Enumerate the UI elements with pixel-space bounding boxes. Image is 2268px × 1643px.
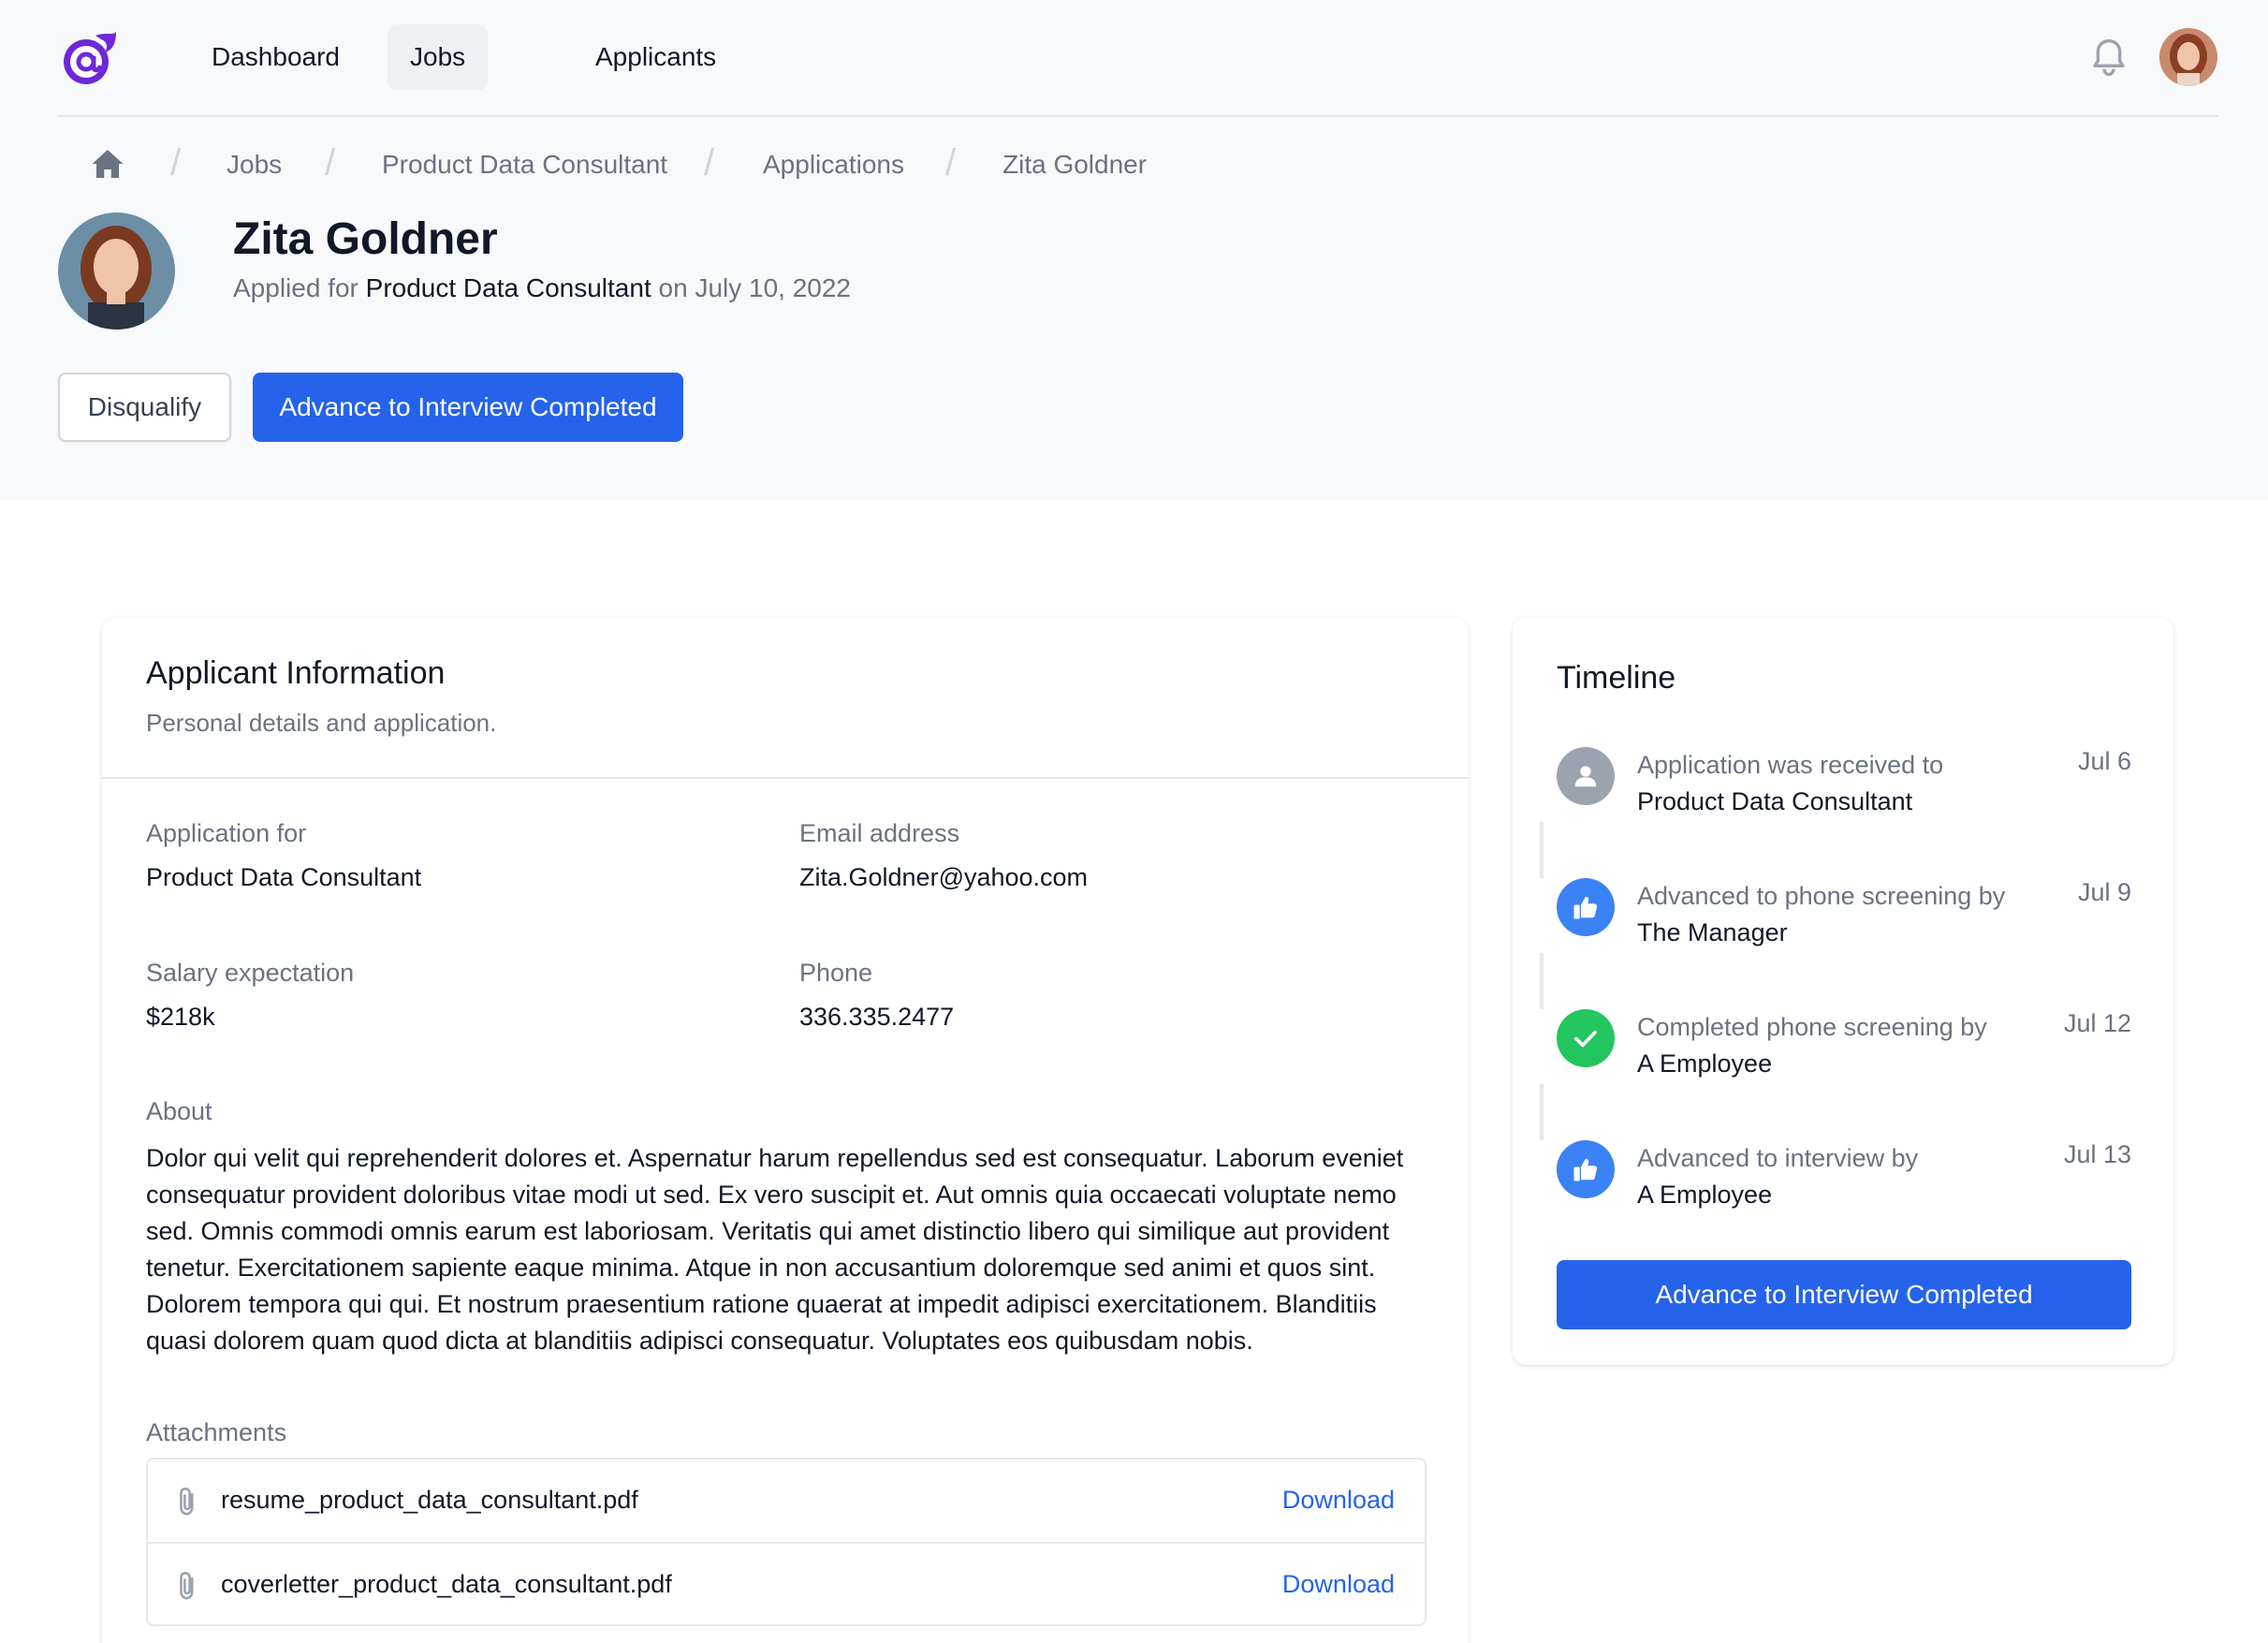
timeline-title: Timeline	[1557, 660, 1676, 696]
applied-on: on	[658, 273, 688, 302]
applied-date: July 10, 2022	[695, 273, 852, 302]
timeline-target: The Manager	[1637, 918, 1788, 946]
timeline-action: Advanced to interview by	[1637, 1144, 1919, 1172]
timeline-connector	[1540, 822, 1544, 878]
breadcrumb-applicant[interactable]: Zita Goldner	[1002, 150, 1147, 180]
check-icon	[1557, 1009, 1615, 1067]
timeline-item: Completed phone screening by A Employee …	[1557, 1009, 2131, 1093]
timeline-action: Advanced to phone screening by	[1637, 882, 2006, 910]
attachments-list: resume_product_data_consultant.pdf Downl…	[146, 1458, 1427, 1626]
timeline-date: Jul 9	[2077, 878, 2131, 906]
timeline-connector	[1540, 953, 1544, 1009]
breadcrumb-separator: /	[325, 142, 336, 183]
attachment-file-name: coverletter_product_data_consultant.pdf	[221, 1570, 672, 1598]
attachment-file-name: resume_product_data_consultant.pdf	[221, 1486, 638, 1514]
salary-value: $218k	[146, 1003, 215, 1031]
attachment-row: coverletter_product_data_consultant.pdf …	[148, 1542, 1425, 1624]
breadcrumb-job[interactable]: Product Data Consultant	[382, 150, 667, 180]
card-subtitle: Personal details and application.	[146, 709, 497, 737]
phone-value: 336.335.2477	[799, 1003, 955, 1031]
timeline-action: Completed phone screening by	[1637, 1013, 1987, 1041]
breadcrumb-applications[interactable]: Applications	[763, 150, 904, 180]
breadcrumb-separator: /	[170, 142, 182, 183]
timeline-date: Jul 6	[2077, 747, 2131, 775]
timeline-connector	[1540, 1084, 1544, 1140]
user-avatar[interactable]	[2159, 28, 2217, 86]
download-link[interactable]: Download	[1282, 1570, 1395, 1599]
timeline-item: Advanced to phone screening by The Manag…	[1557, 878, 2131, 962]
timeline-text: Advanced to phone screening by The Manag…	[1637, 878, 2005, 951]
applicant-information-card: Applicant Information Personal details a…	[102, 618, 1469, 1643]
card-header: Applicant Information Personal details a…	[102, 618, 1469, 779]
breadcrumb-separator: /	[704, 142, 715, 183]
nav-applicants[interactable]: Applicants	[573, 24, 739, 90]
application-for-label: Application for	[146, 819, 307, 847]
applied-for-line: Applied for Product Data Consultant on J…	[233, 273, 851, 303]
download-link[interactable]: Download	[1282, 1486, 1395, 1515]
breadcrumb-separator: /	[945, 142, 957, 183]
top-navigation: Dashboard Jobs Applicants	[58, 0, 2218, 117]
timeline-text: Advanced to interview by A Employee	[1637, 1140, 1918, 1213]
about-text: Dolor qui velit qui reprehenderit dolore…	[146, 1144, 1404, 1355]
application-for-value: Product Data Consultant	[146, 863, 422, 891]
email-value: Zita.Goldner@yahoo.com	[799, 863, 1089, 891]
app-logo-icon[interactable]	[58, 30, 118, 86]
timeline-date: Jul 13	[2063, 1140, 2131, 1168]
advance-button[interactable]: Advance to Interview Completed	[253, 373, 683, 442]
timeline-date: Jul 12	[2063, 1009, 2131, 1037]
paperclip-icon	[180, 1487, 194, 1516]
thumbs-up-icon	[1557, 878, 1615, 936]
timeline-text: Completed phone screening by A Employee	[1637, 1009, 1987, 1082]
about-label: About	[146, 1097, 212, 1125]
applicant-avatar	[58, 213, 175, 330]
timeline-target: Product Data Consultant	[1637, 787, 1913, 815]
timeline-text: Application was received to Product Data…	[1637, 747, 1943, 820]
timeline-action: Application was received to	[1637, 751, 1944, 779]
thumbs-up-icon	[1557, 1140, 1615, 1198]
disqualify-button[interactable]: Disqualify	[58, 373, 231, 442]
applied-prefix: Applied for	[233, 273, 358, 302]
timeline-advance-button[interactable]: Advance to Interview Completed	[1557, 1260, 2131, 1329]
applicant-name: Zita Goldner	[233, 214, 498, 264]
attachments-label: Attachments	[146, 1418, 287, 1446]
paperclip-icon	[180, 1571, 194, 1600]
applied-job: Product Data Consultant	[365, 273, 651, 302]
nav-jobs[interactable]: Jobs	[388, 24, 489, 90]
timeline-target: A Employee	[1637, 1049, 1773, 1078]
salary-label: Salary expectation	[146, 959, 355, 987]
attachment-row: resume_product_data_consultant.pdf Downl…	[148, 1460, 1425, 1542]
breadcrumb-jobs[interactable]: Jobs	[227, 150, 282, 180]
timeline-target: A Employee	[1637, 1181, 1773, 1209]
bell-icon[interactable]	[2090, 37, 2128, 79]
nav-dashboard[interactable]: Dashboard	[189, 24, 362, 90]
phone-label: Phone	[799, 959, 873, 987]
user-icon	[1557, 747, 1615, 805]
timeline-card: Timeline Application was received to Pro…	[1513, 618, 2173, 1365]
home-icon[interactable]	[91, 148, 124, 180]
timeline-item: Advanced to interview by A Employee Jul …	[1557, 1140, 2131, 1225]
card-title: Applicant Information	[146, 655, 446, 691]
timeline-item: Application was received to Product Data…	[1557, 747, 2131, 831]
email-label: Email address	[799, 819, 960, 847]
